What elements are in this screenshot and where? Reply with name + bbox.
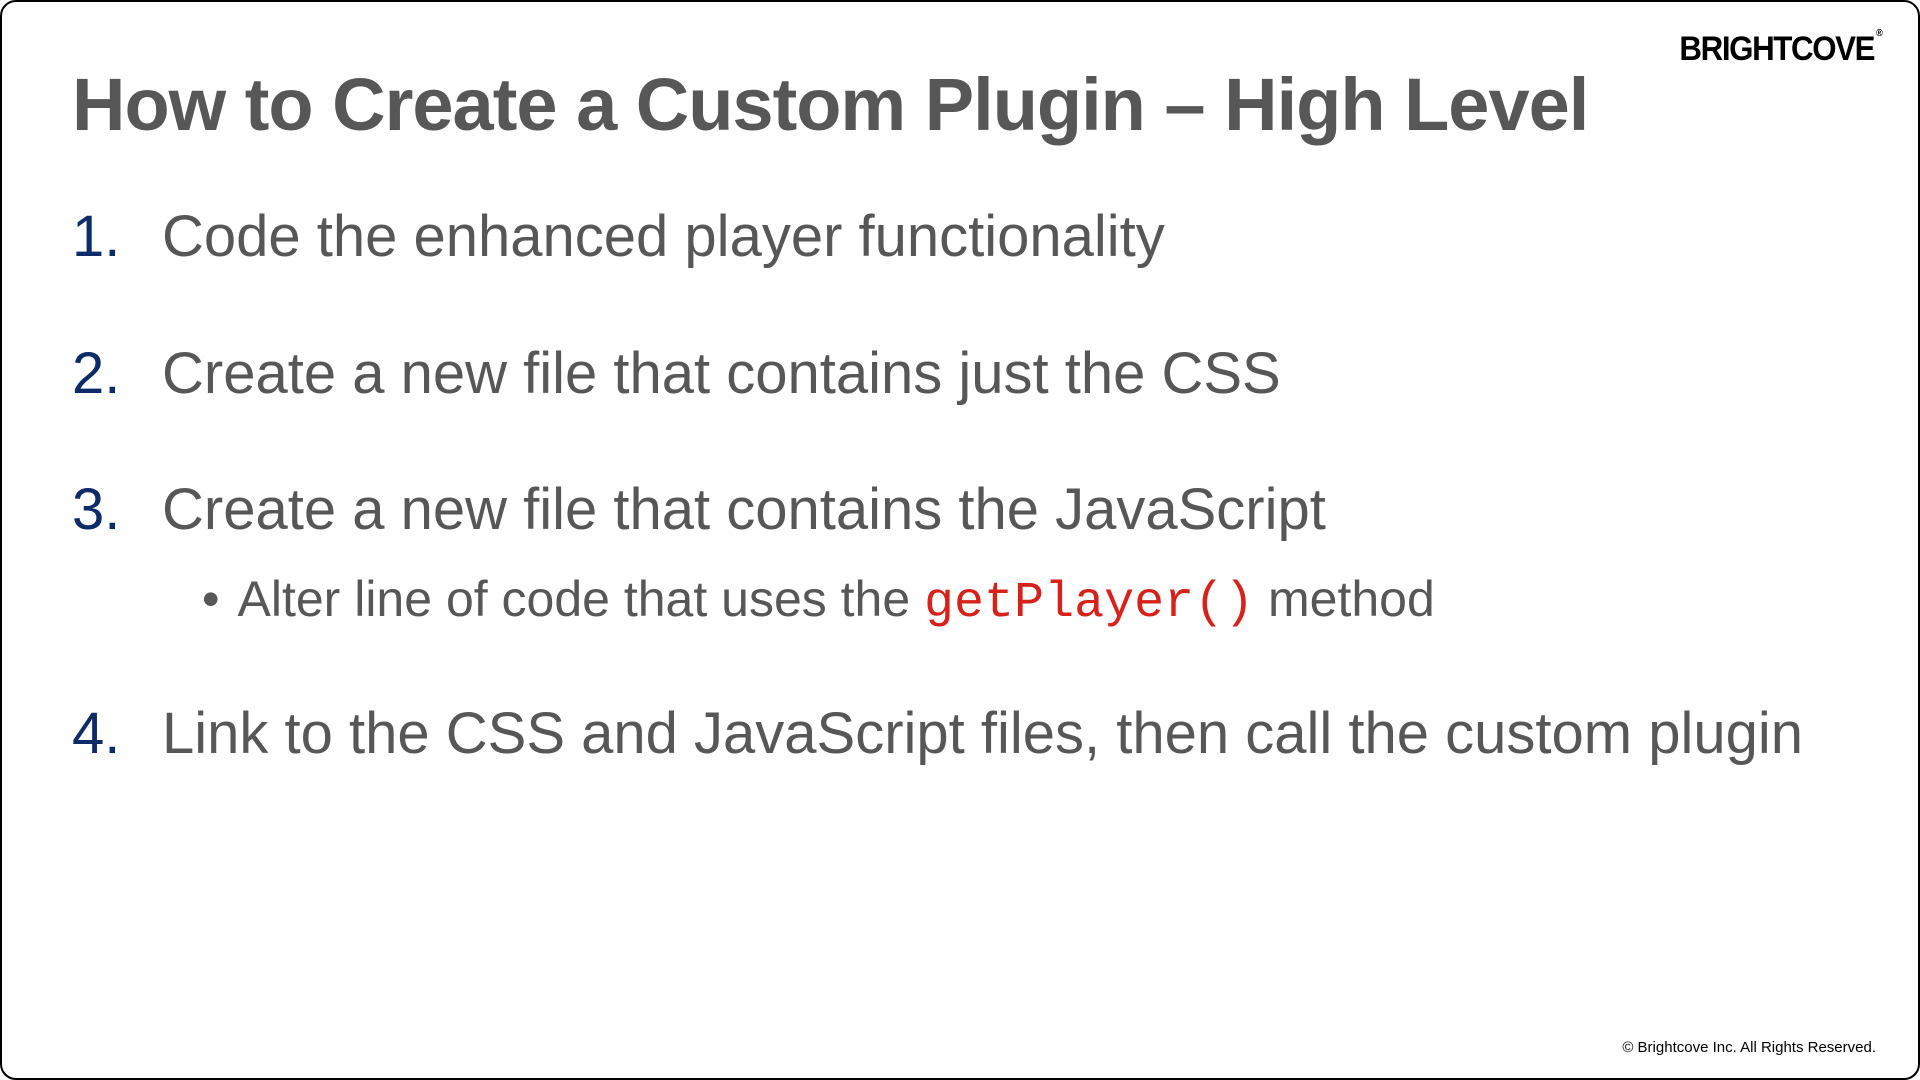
slide-content: 1. Code the enhanced player functionalit… [72, 204, 1848, 838]
bullet-icon: • [202, 572, 220, 627]
item-number: 2. [72, 341, 162, 408]
brightcove-logo: BRIGHTCOVE [1680, 30, 1880, 69]
item-number: 3. [72, 477, 162, 544]
item-text: Create a new file that contains just the… [162, 341, 1281, 408]
list-item: 4. Link to the CSS and JavaScript files,… [72, 701, 1848, 768]
item-number: 1. [72, 204, 162, 271]
code-snippet: getPlayer() [924, 575, 1254, 632]
item-number: 4. [72, 701, 162, 768]
sub-item-text: Alter line of code that uses the getPlay… [238, 572, 1435, 631]
list-item: 2. Create a new file that contains just … [72, 341, 1848, 408]
item-text: Create a new file that contains the Java… [162, 477, 1435, 544]
list-item: 1. Code the enhanced player functionalit… [72, 204, 1848, 271]
sub-item: • Alter line of code that uses the getPl… [202, 572, 1435, 631]
copyright-footer: © Brightcove Inc. All Rights Reserved. [1622, 1039, 1876, 1056]
item-text: Link to the CSS and JavaScript files, th… [162, 701, 1803, 768]
slide-title: How to Create a Custom Plugin – High Lev… [72, 62, 1588, 147]
item-text: Code the enhanced player functionality [162, 204, 1165, 271]
list-item: 3. Create a new file that contains the J… [72, 477, 1848, 631]
